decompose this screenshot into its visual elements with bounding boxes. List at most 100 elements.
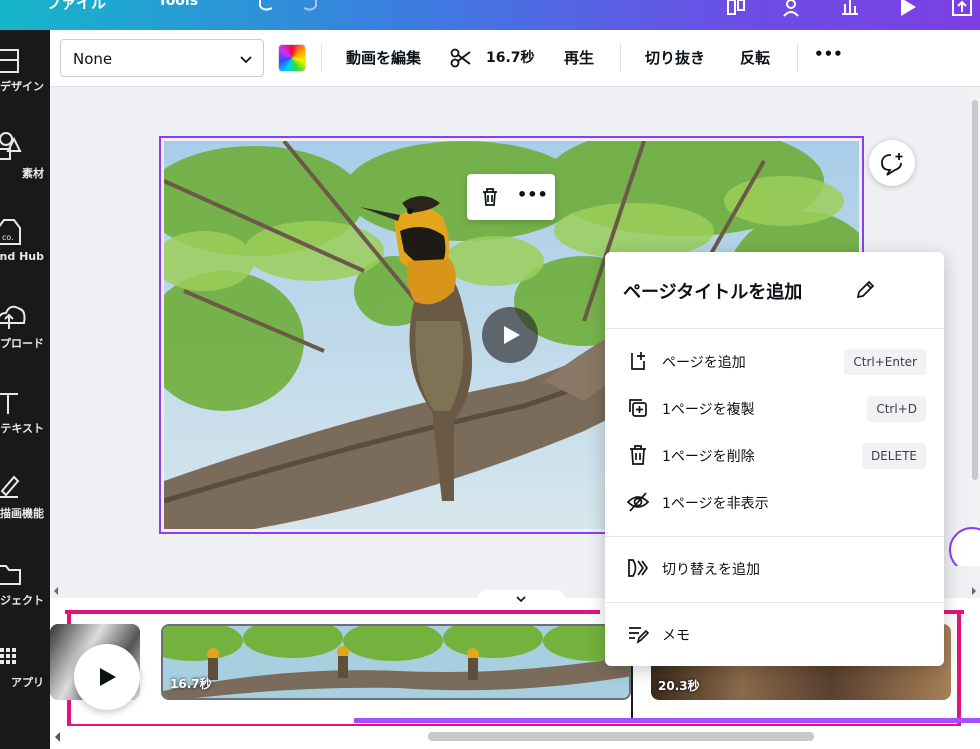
duplicate-icon bbox=[629, 399, 647, 417]
menu-item-delete-page[interactable]: 1ページを削除 DELETE bbox=[605, 433, 944, 477]
play-icon bbox=[504, 326, 520, 344]
scrollbar-thumb[interactable] bbox=[428, 732, 814, 741]
flip-button[interactable]: 反転 bbox=[740, 47, 770, 68]
page-title-prompt[interactable]: ページタイトルを追加 bbox=[623, 278, 802, 304]
menu-item-label: 1ページを削除 bbox=[662, 449, 755, 465]
menu-item-duplicate-page[interactable]: 1ページを複製 Ctrl+D bbox=[605, 386, 944, 430]
toolbar-divider bbox=[797, 44, 798, 72]
video-play-button[interactable] bbox=[482, 307, 538, 363]
redo-icon[interactable] bbox=[298, 0, 322, 20]
timeline-highlight bbox=[65, 610, 600, 614]
notes-icon bbox=[629, 627, 650, 644]
file-menu-button[interactable]: ファイル bbox=[46, 0, 106, 13]
eye-off-icon bbox=[626, 492, 650, 512]
resize-icon[interactable] bbox=[724, 0, 748, 20]
comment-add-icon bbox=[881, 153, 903, 176]
menu-item-notes[interactable]: メモ bbox=[605, 612, 944, 656]
text-icon bbox=[0, 393, 18, 414]
toolbar-divider bbox=[321, 44, 322, 72]
duration-button[interactable]: 16.7秒 bbox=[486, 47, 535, 67]
color-picker-button[interactable] bbox=[278, 44, 306, 72]
sidebar-item-label: プロジェクト bbox=[0, 594, 44, 607]
sidebar-item-brand-hub[interactable]: co. Brand Hub bbox=[0, 200, 50, 280]
menu-item-label: ページを追加 bbox=[662, 355, 746, 371]
draw-icon bbox=[0, 475, 20, 498]
upload-icon bbox=[0, 305, 26, 329]
transition-icon bbox=[628, 559, 649, 577]
edit-video-button[interactable]: 動画を編集 bbox=[346, 47, 421, 68]
menu-divider bbox=[605, 536, 944, 537]
menu-item-label: 1ページを非表示 bbox=[662, 496, 769, 512]
insights-icon[interactable] bbox=[838, 0, 862, 20]
elements-icon bbox=[0, 132, 22, 160]
page-context-menu: ページタイトルを追加 ページを追加 Ctrl+Enter 1ページを複製 Ctr… bbox=[605, 252, 944, 666]
crop-button[interactable]: 切り抜き bbox=[645, 47, 705, 68]
audio-track-bar[interactable] bbox=[354, 718, 980, 723]
shortcut-badge: Ctrl+D bbox=[867, 396, 926, 422]
timeline-clip[interactable]: 16.7秒 bbox=[161, 624, 631, 700]
apps-icon bbox=[0, 648, 16, 664]
play-icon bbox=[100, 668, 116, 686]
sidebar-item-label: 描画機能 bbox=[0, 507, 44, 520]
add-comment-button[interactable] bbox=[869, 140, 915, 186]
menu-item-label: メモ bbox=[662, 628, 690, 644]
tools-menu-button[interactable]: Tools bbox=[158, 0, 198, 9]
scroll-left-icon[interactable] bbox=[54, 731, 62, 743]
sidebar-item-label: アップロード bbox=[0, 337, 44, 350]
sidebar-item-label: Brand Hub bbox=[0, 250, 44, 263]
sidebar-item-projects[interactable]: プロジェクト bbox=[0, 540, 50, 620]
sidebar-item-apps[interactable]: アプリ bbox=[0, 626, 50, 706]
element-floating-toolbar: ••• bbox=[467, 174, 555, 220]
sidebar-item-elements[interactable]: 素材 bbox=[0, 115, 50, 195]
svg-text:co.: co. bbox=[2, 233, 14, 242]
brand-hub-icon: co. bbox=[0, 219, 21, 245]
font-select[interactable]: None bbox=[60, 39, 264, 77]
top-bar: ファイル Tools bbox=[0, 0, 980, 30]
timeline-scrollbar[interactable] bbox=[50, 726, 980, 749]
collaborate-icon[interactable] bbox=[781, 0, 805, 20]
menu-item-add-transition[interactable]: 切り替えを追加 bbox=[605, 546, 944, 590]
timeline-highlight bbox=[957, 614, 961, 728]
timeline-play-button[interactable] bbox=[74, 644, 140, 710]
context-toolbar: None 動画を編集 16.7秒 再生 切り抜き 反転 ••• bbox=[50, 30, 980, 87]
share-icon[interactable] bbox=[950, 0, 974, 20]
present-icon[interactable] bbox=[896, 0, 920, 20]
add-page-icon bbox=[631, 352, 645, 370]
magic-assist-button[interactable] bbox=[942, 520, 980, 566]
sidebar-item-upload[interactable]: アップロード bbox=[0, 285, 50, 365]
sidebar-item-label: 素材 bbox=[22, 167, 44, 180]
shortcut-badge: DELETE bbox=[861, 443, 926, 469]
sidebar-item-text[interactable]: テキスト bbox=[0, 370, 50, 450]
menu-item-hide-page[interactable]: 1ページを非表示 bbox=[605, 480, 944, 524]
toolbar-divider bbox=[620, 44, 621, 72]
trash-icon[interactable] bbox=[479, 186, 501, 208]
layout-icon bbox=[0, 49, 19, 73]
undo-icon[interactable] bbox=[254, 0, 278, 20]
clip-thumbnail-strip bbox=[163, 626, 629, 698]
chevron-down-icon bbox=[516, 596, 526, 603]
sidebar-item-draw[interactable]: 描画機能 bbox=[0, 455, 50, 535]
menu-divider bbox=[605, 602, 944, 603]
timeline-collapse-button[interactable] bbox=[477, 590, 565, 610]
clip-duration: 20.3秒 bbox=[658, 679, 700, 693]
more-options-button[interactable]: ••• bbox=[517, 185, 548, 204]
sidebar-item-label: アプリ bbox=[11, 676, 44, 689]
sidebar-item-design[interactable]: デザイン bbox=[0, 30, 50, 110]
sidebar-item-label: テキスト bbox=[0, 422, 44, 435]
more-options-button[interactable]: ••• bbox=[814, 45, 843, 63]
left-sidebar: デザイン 素材 co. Brand Hub アップロード テキスト 描画機能 プ… bbox=[0, 30, 50, 749]
clip-duration: 16.7秒 bbox=[170, 677, 212, 691]
sidebar-item-label: デザイン bbox=[0, 80, 44, 93]
menu-item-add-page[interactable]: ページを追加 Ctrl+Enter bbox=[605, 339, 944, 383]
chevron-down-icon bbox=[240, 56, 252, 64]
menu-item-label: 切り替えを追加 bbox=[662, 562, 760, 578]
pencil-icon[interactable] bbox=[854, 279, 876, 301]
trash-icon bbox=[630, 445, 646, 465]
vertical-scrollbar[interactable] bbox=[970, 88, 980, 578]
scrollbar-thumb[interactable] bbox=[972, 100, 978, 480]
font-select-value: None bbox=[73, 50, 113, 68]
playback-button[interactable]: 再生 bbox=[564, 47, 594, 68]
shortcut-badge: Ctrl+Enter bbox=[844, 349, 926, 375]
menu-item-label: 1ページを複製 bbox=[662, 402, 755, 418]
scissors-icon[interactable] bbox=[450, 47, 472, 69]
